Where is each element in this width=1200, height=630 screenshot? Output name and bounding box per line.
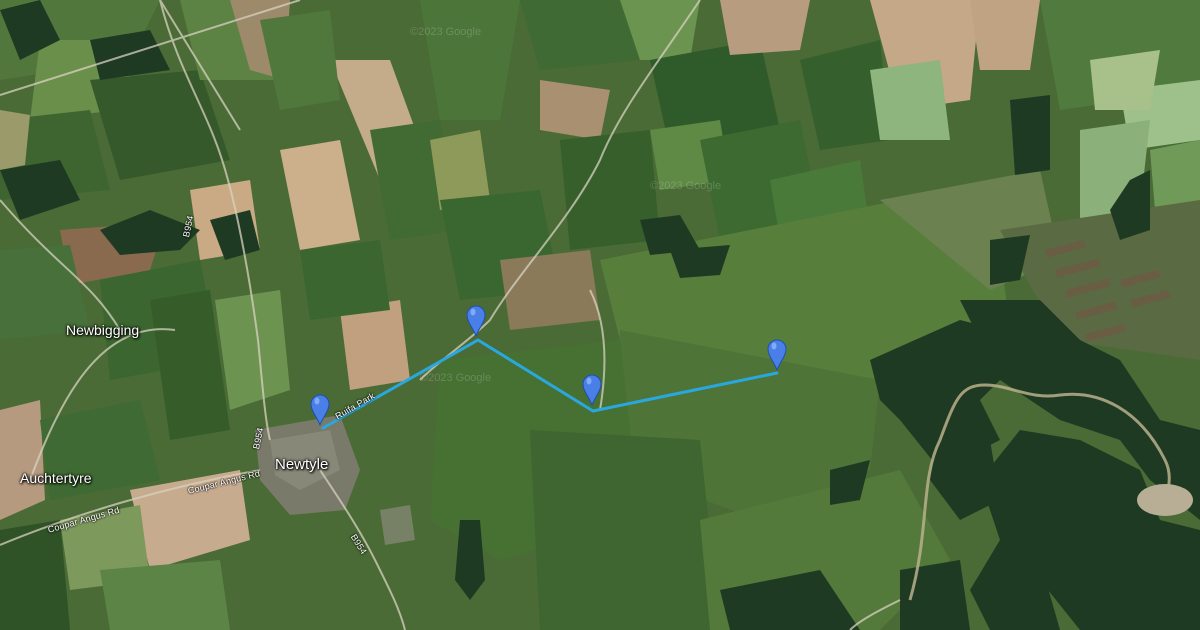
copyright-watermark: ©2023 Google: [650, 180, 722, 192]
place-label-newtyle[interactable]: Newtyle: [275, 456, 328, 473]
copyright-watermark: ©2023 Google: [410, 26, 482, 38]
quarry: [1137, 484, 1193, 516]
place-label-auchtertyre[interactable]: Auchtertyre: [20, 470, 92, 486]
place-label-newbigging[interactable]: Newbigging: [66, 322, 139, 338]
map-view[interactable]: ©2023 Google ©2023 Google ©2023 Google N…: [0, 0, 1200, 630]
satellite-imagery: [0, 0, 1200, 630]
copyright-watermark: ©2023 Google: [420, 372, 492, 384]
